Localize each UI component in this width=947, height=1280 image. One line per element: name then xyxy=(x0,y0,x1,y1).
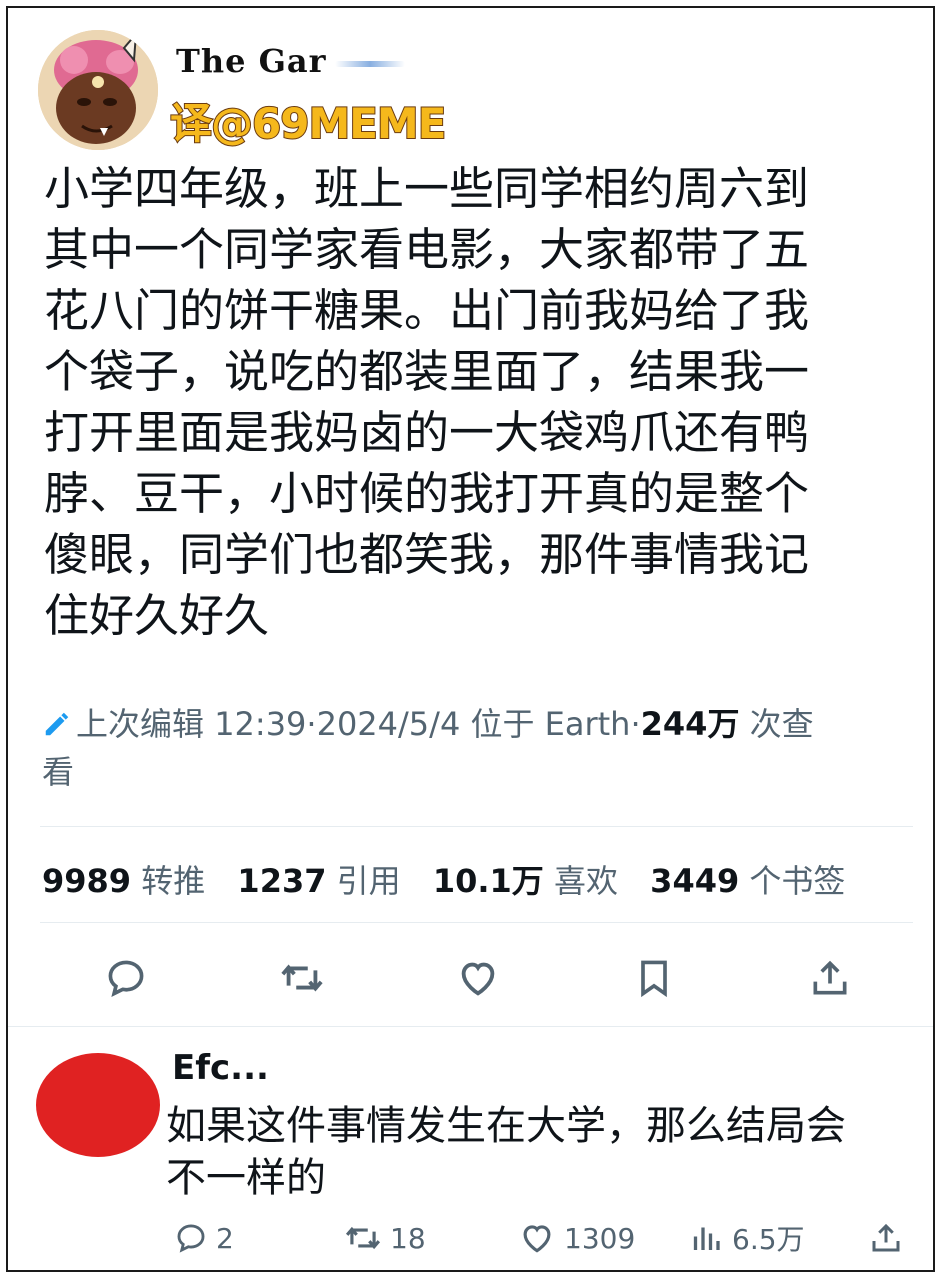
tweet-screenshot-frame: The Gar 译@69MEME 小学四年级，班上一些同学相约周六到 其中一个同… xyxy=(6,6,935,1272)
views-chart-icon xyxy=(693,1227,720,1250)
reply-actions: 2 18 1309 6.5万 xyxy=(8,1216,933,1260)
reply-view-count: 6.5万 xyxy=(732,1223,805,1256)
reply-avatar[interactable] xyxy=(36,1053,160,1157)
tweet-meta: 上次编辑 12:39·2024/5/4 位于 Earth·244万 次查看 xyxy=(42,700,912,796)
reply-share-button[interactable] xyxy=(868,1216,912,1260)
reply-like-count: 1309 xyxy=(564,1221,636,1255)
divider xyxy=(40,922,913,923)
divider xyxy=(40,826,913,827)
like-count: 10.1万 xyxy=(432,862,544,900)
bookmark-count: 3449 xyxy=(650,862,740,900)
like-button[interactable] xyxy=(446,946,510,1010)
retweet-icon xyxy=(281,964,323,992)
reply-icon xyxy=(177,1224,205,1253)
retweet-icon xyxy=(345,1226,381,1250)
reply-retweet-button[interactable]: 18 xyxy=(344,1216,426,1260)
quote-count: 1237 xyxy=(237,862,327,900)
engagement-stats: 9989 转推 1237 引用 10.1万 喜欢 3449 个书签 xyxy=(42,856,867,902)
bookmark-stat[interactable]: 3449 个书签 xyxy=(650,862,845,900)
share-button[interactable] xyxy=(798,946,862,1010)
bookmark-label: 个书签 xyxy=(749,862,846,900)
edited-label[interactable]: 上次编辑 xyxy=(76,705,204,743)
like-icon xyxy=(523,1225,551,1253)
reply-retweet-count: 18 xyxy=(390,1221,426,1255)
tweet-actions xyxy=(8,946,933,1016)
like-stat[interactable]: 10.1万 喜欢 xyxy=(433,862,618,900)
share-icon xyxy=(813,960,847,995)
translator-credit: 译@69MEME xyxy=(169,98,447,149)
view-label-wrap: 看 xyxy=(42,753,75,791)
bookmark-button[interactable] xyxy=(622,946,686,1010)
quote-label: 引用 xyxy=(336,862,401,900)
view-count: 244万 xyxy=(640,705,740,743)
share-icon xyxy=(872,1223,900,1252)
view-label: 次查 xyxy=(749,705,814,743)
reply-button[interactable] xyxy=(94,946,158,1010)
like-label: 喜欢 xyxy=(553,862,618,900)
bookmark-icon xyxy=(641,960,667,998)
retweet-stat[interactable]: 9989 转推 xyxy=(42,862,205,900)
tweet-location: 位于 Earth xyxy=(470,705,631,743)
redacted-handle xyxy=(334,60,405,67)
retweet-button[interactable] xyxy=(270,946,334,1010)
reply-icon xyxy=(108,960,144,997)
reply-reply-button[interactable]: 2 xyxy=(174,1216,234,1260)
author-avatar[interactable] xyxy=(38,30,158,150)
avatar-illustration xyxy=(38,30,158,150)
reply-author-name[interactable]: Efc... xyxy=(172,1048,269,1088)
reply-text-line: 不一样的 xyxy=(166,1155,326,1201)
section-divider xyxy=(8,1026,933,1027)
author-name[interactable]: The Gar xyxy=(176,42,405,80)
tweet-time[interactable]: 12:39 xyxy=(214,705,306,743)
retweet-count: 9989 xyxy=(42,862,132,900)
reply-text: 如果这件事情发生在大学，那么结局会 不一样的 xyxy=(166,1100,926,1204)
edit-pencil-icon xyxy=(45,712,69,736)
author-name-text: The Gar xyxy=(176,42,327,80)
reply-text-line: 如果这件事情发生在大学，那么结局会 xyxy=(166,1103,846,1149)
reply-reply-count: 2 xyxy=(216,1221,234,1255)
quote-stat[interactable]: 1237 引用 xyxy=(237,862,400,900)
reply-like-button[interactable]: 1309 xyxy=(518,1216,635,1260)
like-icon xyxy=(461,962,495,996)
reply-views-button[interactable]: 6.5万 xyxy=(688,1216,805,1260)
tweet-text: 小学四年级，班上一些同学相约周六到 其中一个同学家看电影，大家都带了五 花八门的… xyxy=(44,162,810,642)
retweet-label: 转推 xyxy=(141,862,206,900)
meta-separator: · xyxy=(630,705,641,743)
tweet-date[interactable]: 2024/5/4 xyxy=(317,705,461,743)
meta-separator: · xyxy=(306,705,317,743)
